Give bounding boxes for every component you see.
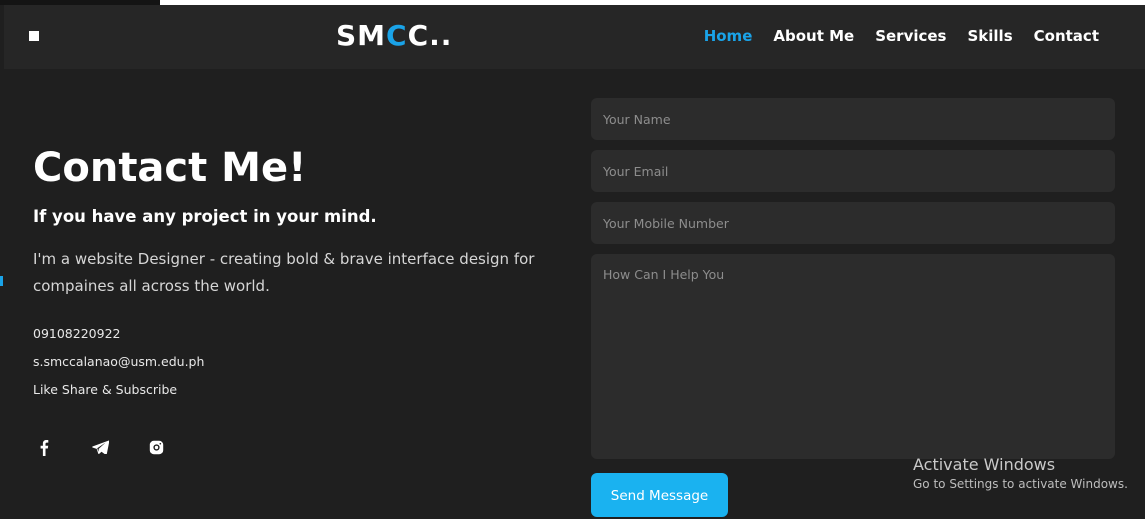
send-message-button[interactable]: Send Message xyxy=(591,473,728,517)
message-field[interactable] xyxy=(591,254,1115,459)
logo-suffix: C.. xyxy=(407,19,453,52)
facebook-icon[interactable] xyxy=(35,437,53,457)
square-menu-icon[interactable] xyxy=(29,31,39,41)
nav-about-me[interactable]: About Me xyxy=(773,27,854,45)
edge-marker xyxy=(0,276,3,286)
logo-prefix: SM xyxy=(336,19,387,52)
mobile-number-field[interactable] xyxy=(591,202,1115,244)
tagline: Like Share & Subscribe xyxy=(33,382,178,397)
telegram-icon[interactable] xyxy=(91,437,109,457)
activate-windows-title: Activate Windows xyxy=(913,455,1056,474)
email-field[interactable] xyxy=(591,150,1115,192)
contact-description: I'm a website Designer - creating bold &… xyxy=(33,250,535,295)
email-address[interactable]: s.smccalanao@usm.edu.ph xyxy=(33,354,204,369)
nav-home[interactable]: Home xyxy=(704,27,753,45)
nav-services[interactable]: Services xyxy=(875,27,946,45)
name-field[interactable] xyxy=(591,98,1115,140)
phone-number: 09108220922 xyxy=(33,326,121,341)
social-links xyxy=(35,437,165,457)
instagram-icon[interactable] xyxy=(147,437,165,457)
logo-accent: C xyxy=(386,19,408,52)
page-title: Contact Me! xyxy=(33,145,307,191)
nav-skills[interactable]: Skills xyxy=(968,27,1013,45)
activate-windows-subtitle: Go to Settings to activate Windows. xyxy=(913,477,1128,491)
logo[interactable]: SMCC.. xyxy=(336,19,452,52)
nav-contact[interactable]: Contact xyxy=(1034,27,1099,45)
main-nav: Home About Me Services Skills Contact xyxy=(704,27,1099,45)
navbar: SMCC.. Home About Me Services Skills Con… xyxy=(4,5,1145,69)
contact-subtitle: If you have any project in your mind. xyxy=(33,207,377,226)
